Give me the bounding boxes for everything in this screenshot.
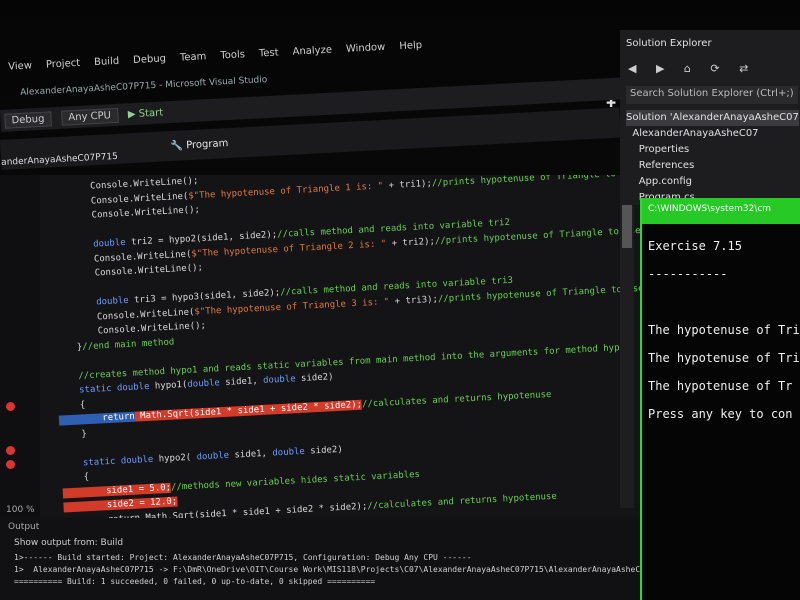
menu-bar: View Project Build Debug Team Tools Test Analyz… <box>0 29 633 80</box>
solution-explorer: Solution Explorer ◀ ▶ ⌂ ⟳ ⇄ Search Solut… <box>620 30 800 205</box>
solution-search-input[interactable]: Search Solution Explorer (Ctrl+;) <box>626 86 798 104</box>
code-token: double <box>262 373 302 386</box>
solution-explorer-toolbar[interactable]: ◀ ▶ ⌂ ⟳ ⇄ <box>628 62 756 75</box>
code-token: hypo1( <box>154 379 188 392</box>
zoom-level[interactable]: 100 % <box>6 505 35 515</box>
code-area[interactable]: Console.WriteLine("--------------"); dou… <box>45 175 640 520</box>
file-tab[interactable]: anderAnayaAsheC07P715 <box>1 152 118 168</box>
solution-tree-item[interactable]: AlexanderAnayaAsheC07 <box>626 126 799 142</box>
output-line: ========== Build: 1 succeeded, 0 failed,… <box>14 577 376 586</box>
start-button[interactable]: ▶ Start <box>128 107 164 120</box>
menu-item-tools[interactable]: Tools <box>220 49 246 68</box>
output-panel: Output Show output from: Build 1>------ … <box>0 518 665 600</box>
menu-item-team[interactable]: Team <box>180 51 207 70</box>
code-editor[interactable]: Console.WriteLine("--------------"); dou… <box>0 175 640 520</box>
solution-tree-item[interactable]: References <box>626 158 799 174</box>
code-token: + tri3); <box>388 294 439 307</box>
code-token: side2) <box>309 444 343 457</box>
window-title: AlexanderAnayaAsheC07P715 - Microsoft Vi… <box>20 75 268 98</box>
code-token: double <box>52 295 135 310</box>
code-token: double <box>272 446 311 459</box>
menu-item-project[interactable]: Project <box>46 58 81 78</box>
menu-item-window[interactable]: Window <box>346 42 386 62</box>
console-line: ----------- <box>648 267 728 281</box>
breakpoint-icon[interactable] <box>6 402 15 411</box>
solution-explorer-title: Solution Explorer <box>626 38 712 49</box>
console-title: C:\WINDOWS\system32\cm <box>642 198 800 224</box>
screen: View Project Build Debug Team Tools Test Analyz… <box>0 0 800 600</box>
start-label: Start <box>138 106 164 120</box>
code-token: static double <box>61 453 159 470</box>
editor-scrollbar[interactable] <box>620 178 634 508</box>
code-token: side1, <box>225 375 264 388</box>
code-token: side1, <box>234 448 273 460</box>
code-token: static double <box>57 381 156 397</box>
code-token: side2) <box>300 372 334 384</box>
output-line: 1> AlexanderAnayaAsheC07P715 -> F:\DmR\O… <box>14 565 650 574</box>
class-label: Program <box>185 138 229 152</box>
menu-item-test[interactable]: Test <box>259 47 280 66</box>
code-token: return <box>58 411 136 426</box>
menu-item-analyze[interactable]: Analyze <box>292 45 332 65</box>
console-output: Exercise 7.15 ----------- The hypotenuse … <box>648 232 800 428</box>
solution-tree-item[interactable]: Properties <box>626 142 799 158</box>
class-dropdown[interactable]: 🔧 Program <box>170 138 228 152</box>
code-token: //end main method <box>82 336 175 352</box>
output-line: 1>------ Build started: Project: Alexand… <box>14 553 472 562</box>
console-line: Press any key to con <box>648 407 793 421</box>
console-line: Exercise 7.15 <box>648 239 742 253</box>
output-header: Output <box>8 522 40 532</box>
code-token: double <box>49 237 132 252</box>
console-line: The hypotenuse of Tr <box>648 379 793 393</box>
solution-tree[interactable]: Solution 'AlexanderAnayaAsheC07 Alexande… <box>626 110 799 206</box>
code-token: } <box>59 428 88 441</box>
output-text: 1>------ Build started: Project: Alexand… <box>14 552 650 588</box>
code-token: { <box>61 472 90 484</box>
debug-config-select[interactable]: Debug <box>4 110 52 129</box>
code-token: } <box>54 341 83 354</box>
code-token: double <box>196 450 235 462</box>
menu-item-build[interactable]: Build <box>94 56 120 75</box>
breakpoint-icon[interactable] <box>6 460 15 469</box>
code-token: { <box>58 399 86 412</box>
code-token: + tri2); <box>385 236 436 249</box>
console-window: C:\WINDOWS\system32\cm Exercise 7.15 ----… <box>640 198 800 600</box>
show-output-select[interactable]: Show output from: Build <box>14 538 123 548</box>
code-token: + tri1); <box>382 178 433 191</box>
code-token: hypo2( <box>158 451 197 464</box>
platform-select[interactable]: Any CPU <box>60 107 119 126</box>
code-token: double <box>187 377 226 390</box>
menu-item-help[interactable]: Help <box>399 40 423 59</box>
solution-tree-item[interactable]: Solution 'AlexanderAnayaAsheC07 <box>626 110 799 126</box>
console-line: The hypotenuse of Tri <box>648 323 800 337</box>
console-line: The hypotenuse of Tri <box>648 351 800 365</box>
menu-item-debug[interactable]: Debug <box>133 53 167 73</box>
gutter <box>0 175 40 520</box>
breakpoint-icon[interactable] <box>6 446 15 455</box>
solution-tree-item[interactable]: App.config <box>626 174 799 190</box>
menu-item-view[interactable]: View <box>8 60 33 79</box>
